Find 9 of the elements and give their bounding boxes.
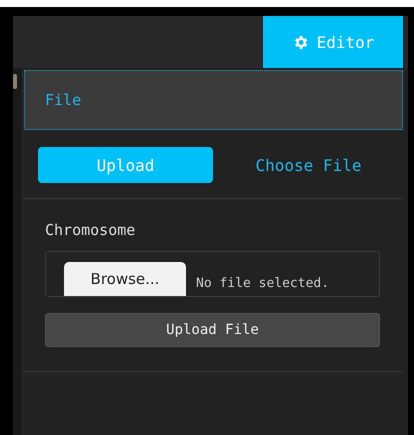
file-input[interactable]: Browse... No file selected. (45, 251, 380, 297)
field-label: Chromosome (45, 221, 136, 239)
browse-button[interactable]: Browse... (64, 262, 186, 296)
section-header[interactable]: File (24, 70, 403, 130)
mode-tab[interactable]: Choose File (221, 147, 396, 183)
upload-file-button[interactable]: Upload File (45, 313, 380, 347)
scrollbar-thumb[interactable] (13, 74, 17, 89)
section-title: File (45, 91, 82, 109)
file-status: No file selected. (196, 276, 330, 293)
